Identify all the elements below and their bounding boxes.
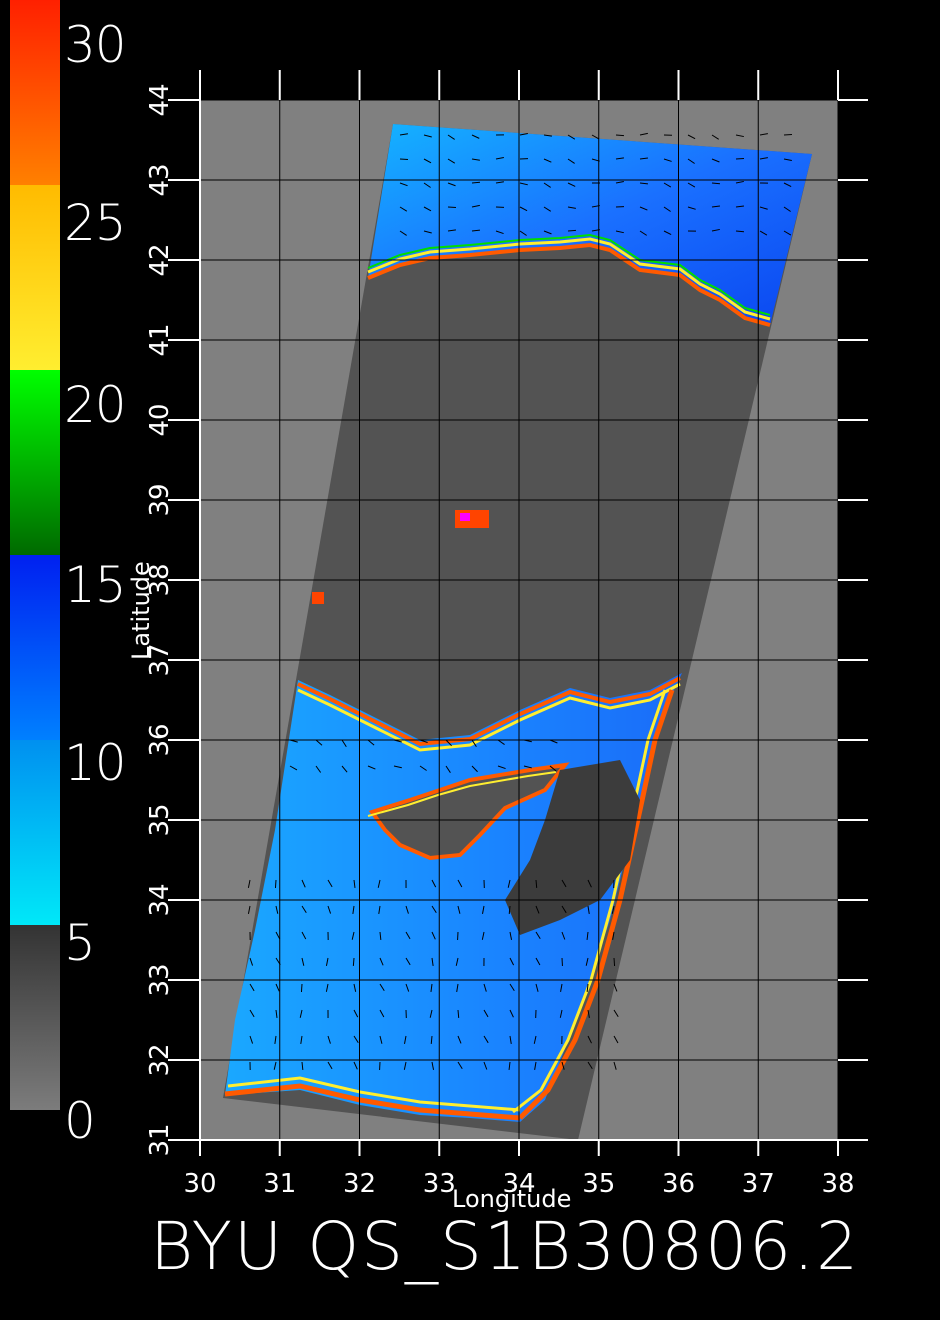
wind-barb <box>735 157 745 160</box>
y-tick-label: 35 <box>145 803 175 836</box>
wind-barb <box>300 983 303 993</box>
y-tick-label: 39 <box>145 483 175 516</box>
wind-barb <box>352 957 355 967</box>
wind-barb <box>447 206 457 209</box>
x-tick-label: 31 <box>263 1169 296 1199</box>
y-tick-label: 34 <box>145 883 175 916</box>
x-tick-label: 33 <box>423 1169 456 1199</box>
y-tick-label: 40 <box>145 403 175 436</box>
y-tick-label: 31 <box>145 1123 175 1156</box>
wind-barb <box>567 229 577 232</box>
wind-barb <box>274 879 277 889</box>
y-axis-label: Latitude <box>127 561 155 660</box>
y-tick-label: 32 <box>145 1043 175 1076</box>
x-tick-label: 30 <box>183 1169 216 1199</box>
x-tick-label: 35 <box>582 1169 615 1199</box>
wind-barb <box>783 133 793 136</box>
x-tick-label: 36 <box>662 1169 695 1199</box>
wind-barb <box>457 1009 460 1019</box>
y-tick-label: 43 <box>145 163 175 196</box>
wind-barb <box>615 134 625 137</box>
y-tick-label: 41 <box>145 323 175 356</box>
x-tick-label: 37 <box>742 1169 775 1199</box>
page-title: BYU QS_S1B30806.2 <box>150 1208 861 1285</box>
y-tick-label: 36 <box>145 723 175 756</box>
wind-barb <box>613 957 616 967</box>
y-tick-label: 44 <box>145 83 175 116</box>
y-tick-label: 42 <box>145 243 175 276</box>
y-tick-label: 33 <box>145 963 175 996</box>
wind-barb <box>535 879 538 889</box>
x-tick-label: 38 <box>821 1169 854 1199</box>
x-tick-label: 32 <box>343 1169 376 1199</box>
wind-speed-map: 30 31 32 33 34 35 36 37 38 313233343536373839404… <box>145 70 868 1199</box>
